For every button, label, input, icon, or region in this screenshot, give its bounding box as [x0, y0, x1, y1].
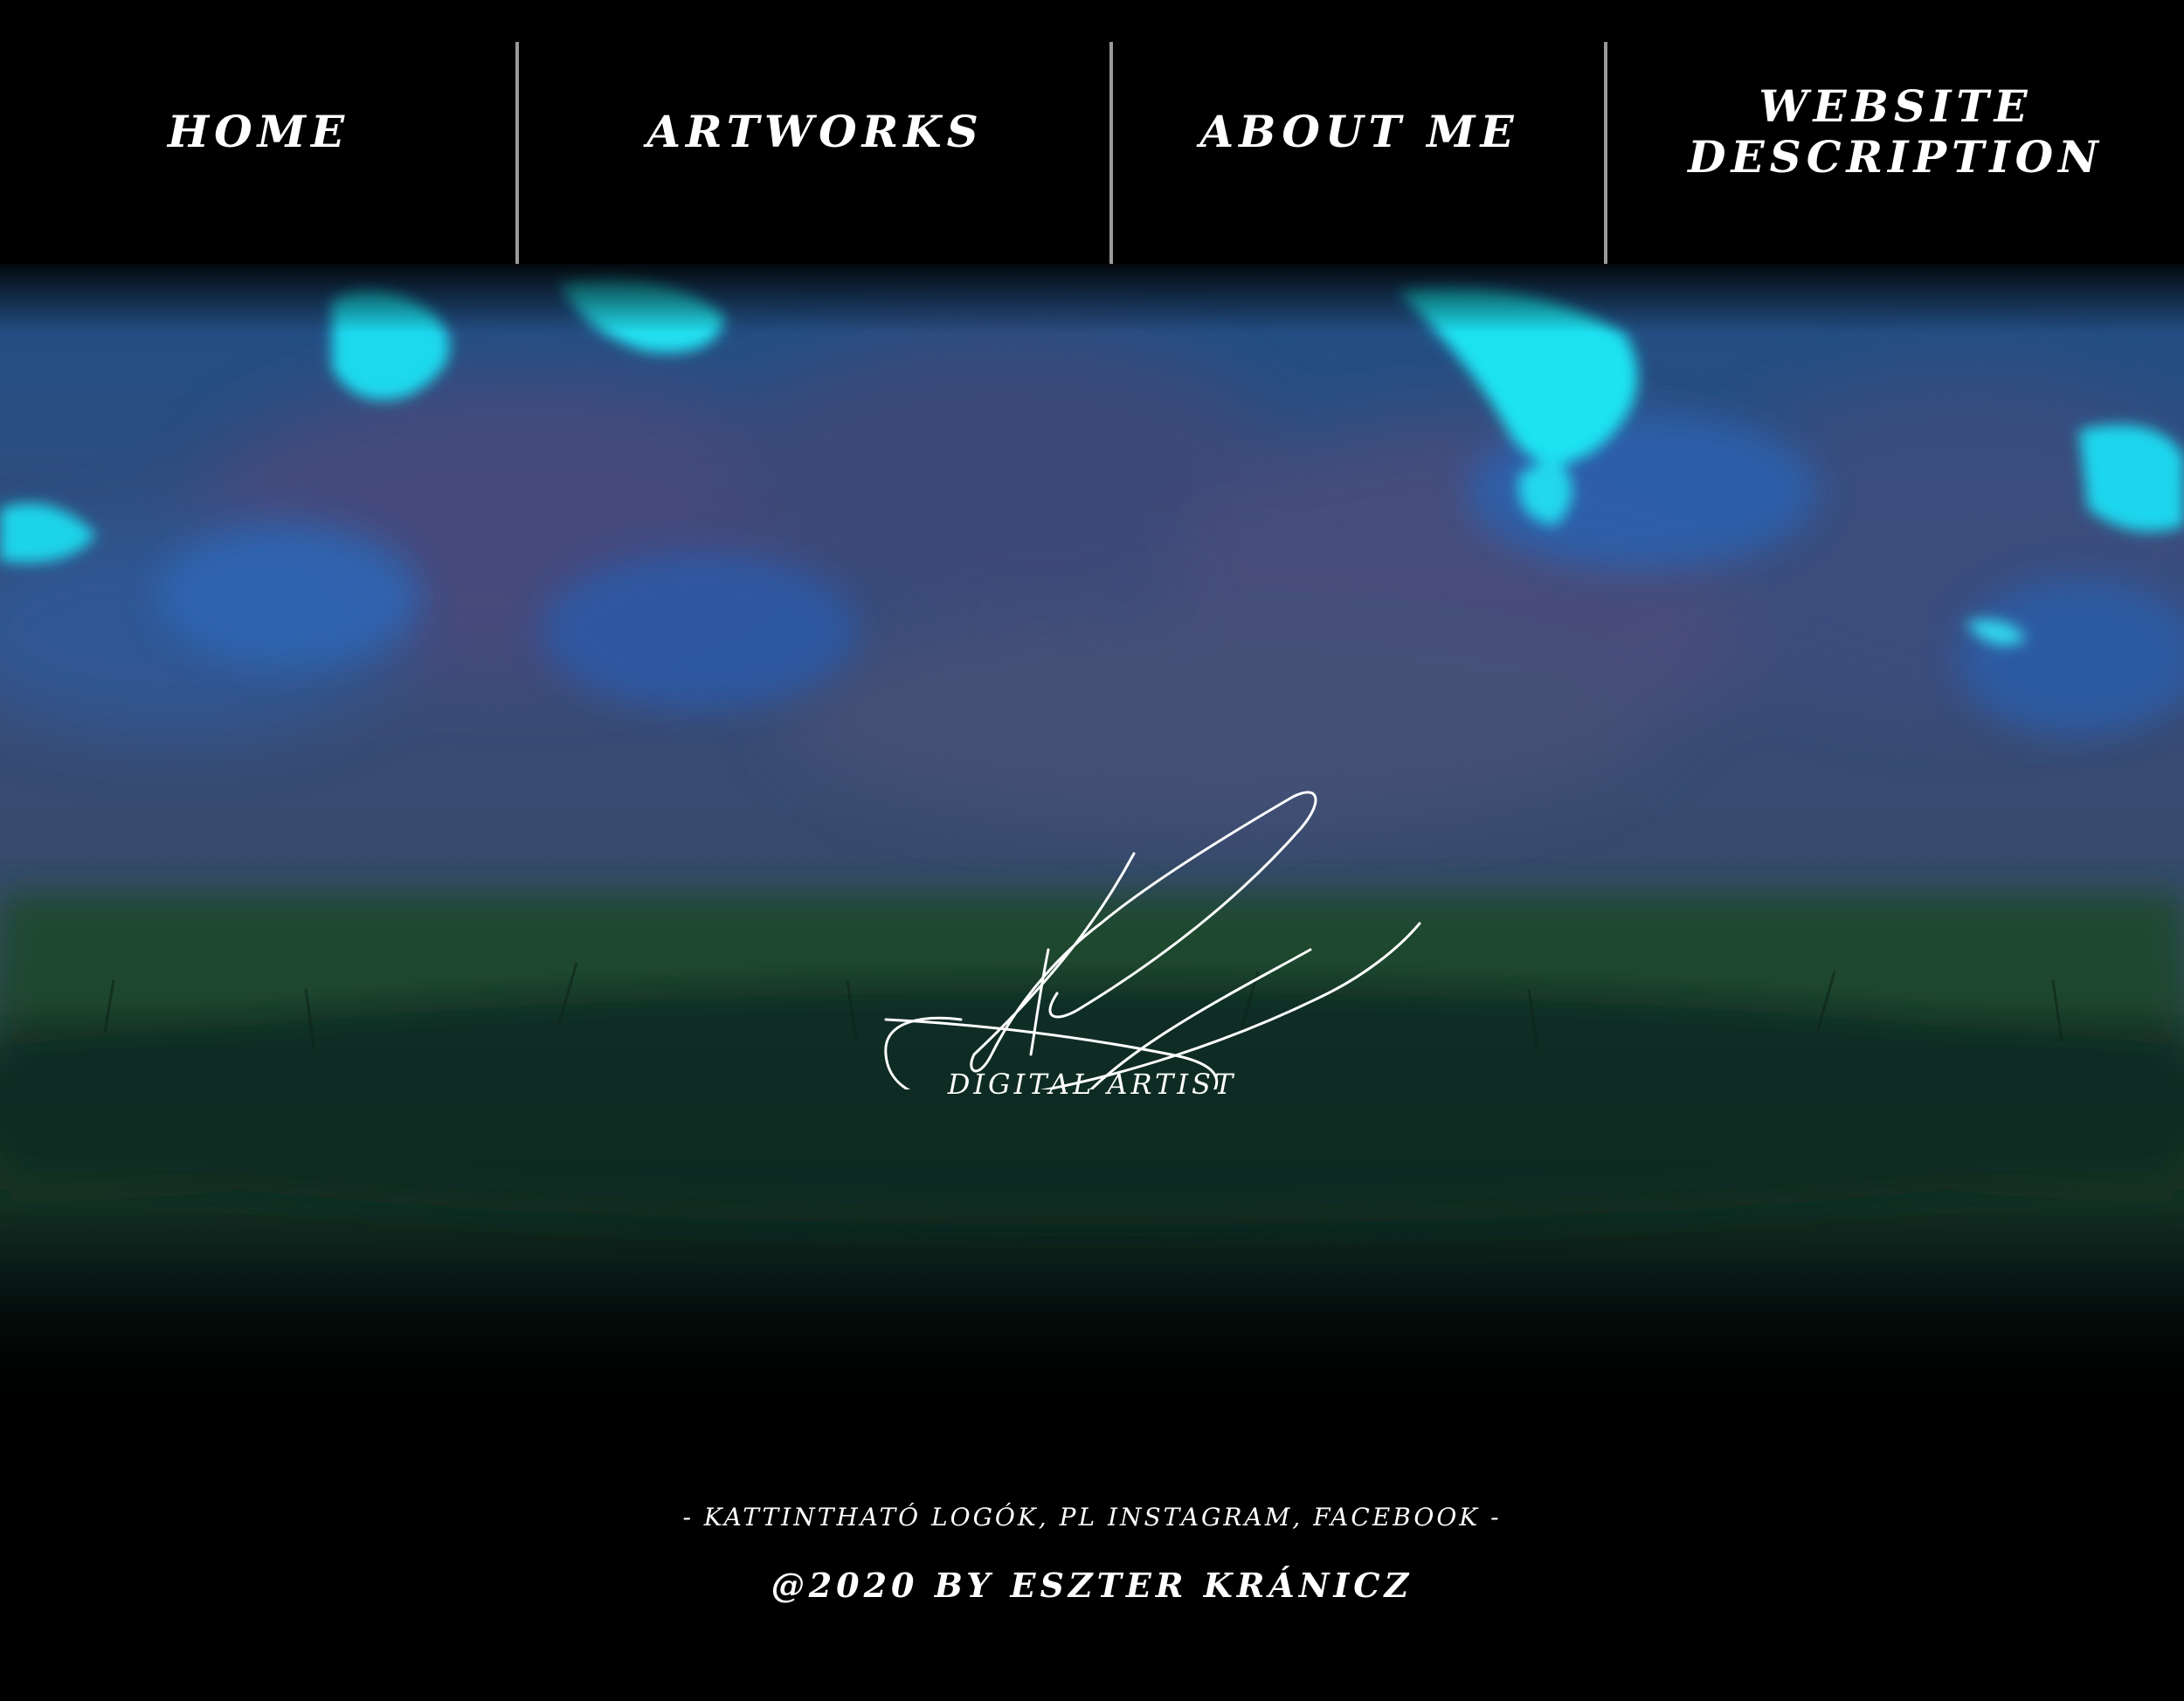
signature-icon: [884, 791, 1421, 1141]
nav-item-home[interactable]: Home: [0, 0, 517, 264]
nav-label-website-description[interactable]: Website Description: [1688, 81, 2104, 183]
nav-label-line[interactable]: Description: [1688, 132, 2104, 183]
nav-item-about-me[interactable]: About me: [1113, 0, 1606, 264]
page: Home Artworks About me Website Descripti…: [0, 0, 2184, 1701]
hero-tagline: Digital Artist: [947, 1068, 1237, 1101]
footer-social-note: - kattintható logók, pl instagram, faceb…: [682, 1503, 1502, 1532]
nav-label-home[interactable]: Home: [168, 107, 349, 157]
footer: - kattintható logók, pl instagram, faceb…: [0, 1415, 2184, 1701]
nav-label-line[interactable]: Website: [1688, 81, 2104, 132]
nav-label-artworks[interactable]: Artworks: [646, 107, 984, 157]
signature-logo-icon: [874, 583, 1433, 1325]
nav-item-website-description[interactable]: Website Description: [1607, 0, 2184, 264]
nav-label-about-me[interactable]: About me: [1199, 107, 1518, 157]
hero-banner: Digital Artist: [0, 264, 2184, 1415]
top-navigation: Home Artworks About me Website Descripti…: [0, 0, 2184, 264]
copyright-text: @2020 by Eszter Kránicz: [771, 1566, 1413, 1605]
nav-item-artworks[interactable]: Artworks: [519, 0, 1111, 264]
